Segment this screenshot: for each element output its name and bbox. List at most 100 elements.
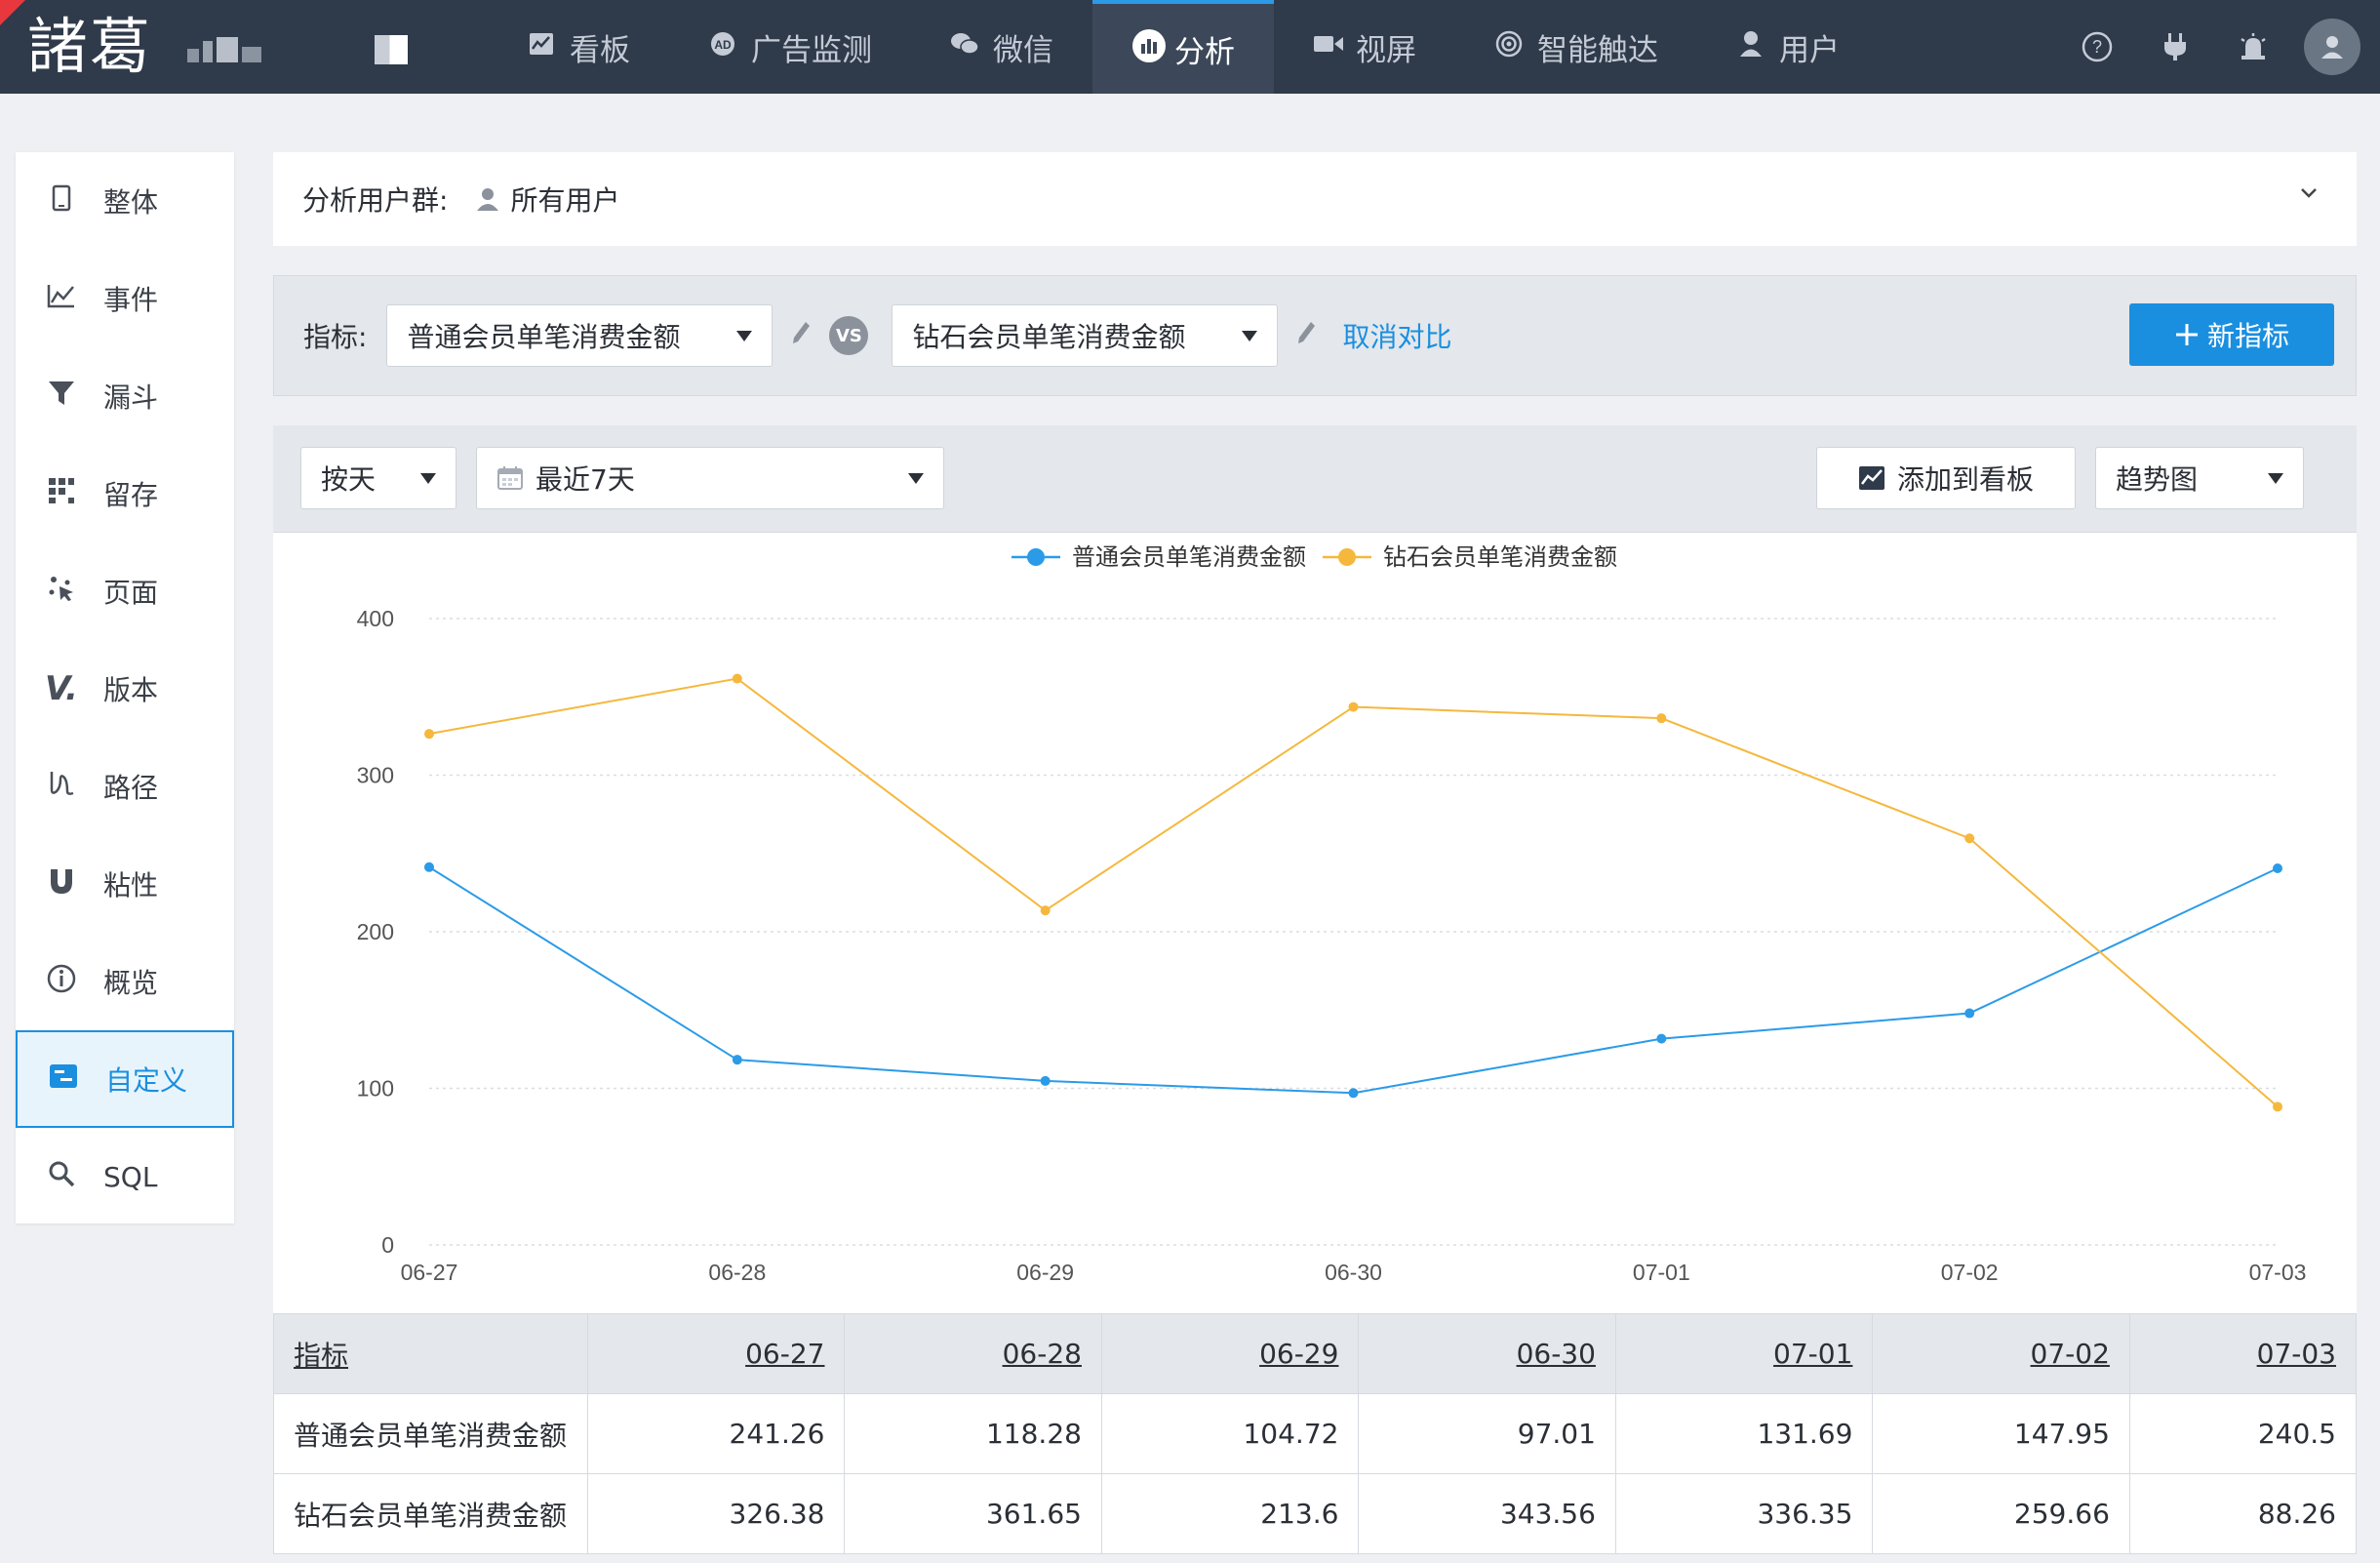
secondary-metric-select[interactable]: 钻石会员单笔消费金额 xyxy=(892,304,1279,367)
table-header-metric[interactable]: 指标 xyxy=(273,1313,588,1394)
chevron-down-icon[interactable] xyxy=(2298,181,2320,203)
nav-item-dashboard[interactable]: 看板 xyxy=(488,0,669,94)
nav-label: 看板 xyxy=(570,32,630,68)
x-tick-label: 06-28 xyxy=(708,1260,766,1285)
table-header-date[interactable]: 07-02 xyxy=(1872,1313,2130,1394)
user-group-selector[interactable]: 分析用户群: 所有用户 xyxy=(273,152,2357,246)
table-header-date[interactable]: 06-29 xyxy=(1100,1313,1360,1394)
table-cell: 343.56 xyxy=(1358,1473,1616,1554)
sidebar-item-overall[interactable]: 整体 xyxy=(16,152,234,250)
caret-down-icon xyxy=(1242,331,1258,341)
nav-item-user[interactable]: 用户 xyxy=(1697,0,1879,94)
y-tick-label: 300 xyxy=(357,763,394,788)
layout-toggle-icon[interactable] xyxy=(375,35,408,64)
table-header-date[interactable]: 07-03 xyxy=(2128,1313,2358,1394)
plus-icon xyxy=(2175,324,2198,345)
x-tick-label: 06-27 xyxy=(401,1260,458,1285)
table-header-date[interactable]: 07-01 xyxy=(1614,1313,1874,1394)
project-selector[interactable] xyxy=(187,35,269,62)
sidebar-item-label: 事件 xyxy=(103,284,159,316)
sidebar-item-custom[interactable]: 自定义 xyxy=(16,1030,234,1128)
date-range-select[interactable]: 最近7天 xyxy=(476,447,944,509)
data-point xyxy=(1040,905,1051,916)
user-group-label: 分析用户群: xyxy=(302,184,449,217)
nav-item-smart-reach[interactable]: 智能触达 xyxy=(1455,0,1697,94)
x-tick-label: 07-01 xyxy=(1633,1260,1690,1285)
nav-item-wechat[interactable]: 微信 xyxy=(911,0,1092,94)
table-row: 钻石会员单笔消费金额 326.38 361.65 213.6 343.56 33… xyxy=(273,1473,2358,1554)
caret-down-icon xyxy=(736,331,753,341)
nav-item-video[interactable]: 视屏 xyxy=(1274,0,1455,94)
chart-toolbar: 按天 最近7天 添加到看板 趋势图 xyxy=(273,425,2357,533)
edit-pencil-icon[interactable] xyxy=(1295,320,1317,352)
nav-item-ad-monitor[interactable]: AD 广告监测 xyxy=(669,0,911,94)
phone-icon xyxy=(45,184,78,219)
sidebar-item-label: SQL xyxy=(103,1160,158,1193)
granularity-value: 按天 xyxy=(321,463,377,496)
avatar[interactable] xyxy=(2304,19,2360,75)
sidebar-item-event[interactable]: 事件 xyxy=(16,250,234,347)
custom-icon xyxy=(47,1063,80,1096)
data-point xyxy=(1656,713,1667,724)
nav-item-analysis[interactable]: 分析 xyxy=(1092,0,1274,94)
app-logo[interactable]: 諸葛 xyxy=(27,10,154,84)
sidebar-item-retention[interactable]: 留存 xyxy=(16,445,234,542)
primary-metric-select[interactable]: 普通会员单笔消费金额 xyxy=(386,304,774,367)
alarm-icon[interactable] xyxy=(2214,0,2292,94)
sparkle-icon xyxy=(45,575,78,609)
x-tick-label: 06-29 xyxy=(1016,1260,1074,1285)
granularity-select[interactable]: 按天 xyxy=(300,447,456,509)
sidebar-item-overview[interactable]: 概览 xyxy=(16,933,234,1030)
chart-board-icon xyxy=(527,32,556,62)
table-header-date[interactable]: 06-27 xyxy=(586,1313,846,1394)
nav-label: 分析 xyxy=(1174,34,1235,70)
help-icon[interactable]: ? xyxy=(2058,0,2136,94)
version-icon: V. xyxy=(45,669,78,708)
search-icon xyxy=(45,1160,78,1194)
y-tick-label: 0 xyxy=(381,1232,394,1258)
sidebar-item-path[interactable]: 路径 xyxy=(16,738,234,835)
add-to-board-label: 添加到看板 xyxy=(1896,463,2034,496)
table-cell: 259.66 xyxy=(1872,1473,2130,1554)
edit-pencil-icon[interactable] xyxy=(790,320,812,352)
add-to-board-button[interactable]: 添加到看板 xyxy=(1816,447,2076,509)
top-right-tools: ? xyxy=(2058,0,2380,94)
legend-swatch-dot xyxy=(1027,548,1045,566)
user-icon xyxy=(1736,30,1765,64)
sidebar-item-label: 页面 xyxy=(103,577,159,609)
sidebar-item-label: 漏斗 xyxy=(103,381,159,414)
grid-icon xyxy=(45,477,78,511)
analysis-sidebar: 整体 事件 漏斗 留存 页面 V. 版本 路径 粘性 概览 自定义 SQL xyxy=(16,152,234,1223)
path-icon xyxy=(45,770,78,804)
line-chart-icon xyxy=(45,283,78,315)
sidebar-item-version[interactable]: V. 版本 xyxy=(16,640,234,738)
new-metric-button[interactable]: 新指标 xyxy=(2129,303,2334,366)
nav-label: 智能触达 xyxy=(1537,32,1658,68)
chart-type-select[interactable]: 趋势图 xyxy=(2095,447,2304,509)
y-tick-label: 400 xyxy=(357,606,394,631)
nav-label: 微信 xyxy=(993,32,1053,68)
table-cell: 213.6 xyxy=(1100,1473,1360,1554)
sidebar-item-sql[interactable]: SQL xyxy=(16,1128,234,1225)
table-cell: 336.35 xyxy=(1614,1473,1874,1554)
cancel-compare-link[interactable]: 取消对比 xyxy=(1342,316,1451,355)
main-nav: 看板 AD 广告监测 微信 分析 视屏 智能触达 用户 xyxy=(488,0,1879,94)
caret-down-icon xyxy=(908,473,924,484)
table-header-date[interactable]: 06-28 xyxy=(844,1313,1102,1394)
data-point xyxy=(732,1055,742,1065)
sidebar-item-label: 自定义 xyxy=(105,1064,188,1097)
plugin-icon[interactable] xyxy=(2136,0,2214,94)
y-tick-label: 100 xyxy=(357,1076,394,1102)
user-group-text: 所有用户 xyxy=(510,184,620,217)
sidebar-item-stickiness[interactable]: 粘性 xyxy=(16,835,234,933)
table-cell: 97.01 xyxy=(1358,1393,1616,1474)
sidebar-item-page[interactable]: 页面 xyxy=(16,542,234,640)
table-cell: 147.95 xyxy=(1872,1393,2130,1474)
table-header-date[interactable]: 06-30 xyxy=(1358,1313,1616,1394)
sidebar-item-funnel[interactable]: 漏斗 xyxy=(16,347,234,445)
data-point xyxy=(2273,862,2282,873)
chart-type-value: 趋势图 xyxy=(2116,463,2199,496)
user-group-value: 所有用户 xyxy=(475,180,619,219)
data-point xyxy=(732,673,742,684)
data-point xyxy=(424,729,434,740)
